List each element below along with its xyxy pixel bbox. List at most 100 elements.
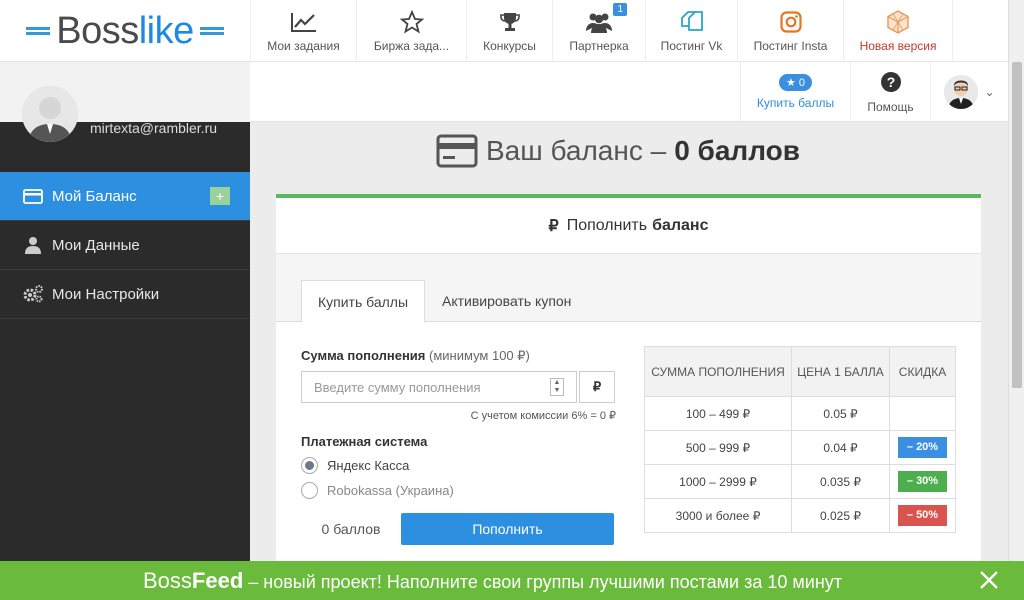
nav-task-exchange[interactable]: Биржа зада... <box>356 0 466 62</box>
plus-icon[interactable]: + <box>210 187 230 205</box>
table-row: 500 – 999 ₽ 0.04 ₽ – 20% <box>644 430 956 465</box>
radio-button[interactable] <box>301 457 318 474</box>
amount-label-text: Сумма пополнения <box>301 348 426 363</box>
balance-prefix: Ваш баланс – <box>486 135 667 166</box>
partner-badge: 1 <box>613 3 627 16</box>
discount-badge: – 20% <box>898 437 947 458</box>
logo-dash-left <box>26 26 51 30</box>
tab-buy-points[interactable]: Купить баллы <box>301 280 426 323</box>
points-count: 0 <box>798 77 806 89</box>
card-icon <box>22 187 44 205</box>
user-menu[interactable]: ⌄ <box>930 62 1008 122</box>
topup-button[interactable]: Пополнить <box>401 513 614 545</box>
banner-brand-feed: Feed <box>191 567 244 593</box>
copy-icon <box>679 9 705 35</box>
range-cell: 1000 – 2999 ₽ <box>644 464 792 499</box>
star-icon: ★ <box>785 77 796 89</box>
page-scrollbar[interactable] <box>1008 0 1024 561</box>
panel-title-plain: Пополнить <box>566 216 648 234</box>
currency-addon: ₽ <box>579 371 615 403</box>
banner-brand-boss: Boss <box>143 567 192 593</box>
buy-points-button[interactable]: ★ 0 Купить баллы <box>740 62 850 122</box>
range-cell: 100 – 499 ₽ <box>644 396 792 431</box>
radio-button[interactable] <box>301 482 318 499</box>
logo-text-boss: Boss <box>56 9 139 52</box>
range-cell: 3000 и более ₽ <box>644 498 792 533</box>
nav-my-tasks[interactable]: Мои задания <box>250 0 356 62</box>
payment-option-yandex[interactable]: Яндекс Касса <box>301 457 616 474</box>
close-icon[interactable] <box>978 569 1000 591</box>
table-row: 3000 и более ₽ 0.025 ₽ – 50% <box>644 498 956 533</box>
buy-points-label: Купить баллы <box>756 96 835 110</box>
nav-label: Конкурсы <box>483 39 536 53</box>
table-row: 1000 – 2999 ₽ 0.035 ₽ – 30% <box>644 464 956 499</box>
user-toolbar: ★ 0 Купить баллы ? Помощь ⌄ <box>250 62 1008 122</box>
discount-cell: – 50% <box>889 498 956 533</box>
sidebar: mirtexta@rambler.ru Мой Баланс + Мои Дан… <box>0 62 250 600</box>
sidebar-item-data[interactable]: Мои Данные <box>0 221 250 270</box>
banner-message: – новый проект! Наполните свои группы лу… <box>243 571 843 592</box>
amount-label: Сумма пополнения (минимум 100 ₽) <box>301 348 616 364</box>
page-title: Ваш баланс – 0 баллов <box>436 134 800 168</box>
users-icon: 1 <box>585 3 627 35</box>
question-icon: ? <box>880 71 902 96</box>
amount-input-row: Введите сумму пополнения ▲ ▼ ₽ <box>301 371 616 403</box>
nav-posting-vk[interactable]: Постинг Vk <box>645 0 737 62</box>
nav-label: Постинг Vk <box>660 39 723 53</box>
price-cell: 0.05 ₽ <box>791 396 890 431</box>
nav-contests[interactable]: Конкурсы <box>466 0 552 62</box>
sidebar-item-settings[interactable]: Мои Настройки <box>0 270 250 319</box>
discount-cell <box>889 396 956 431</box>
user-icon <box>22 236 44 254</box>
help-button[interactable]: ? Помощь <box>850 62 930 122</box>
amount-hint: (минимум 100 ₽) <box>429 348 530 363</box>
nav-label: Постинг Insta <box>753 39 828 53</box>
nav-new-version[interactable]: Новая версия <box>843 0 953 62</box>
nav-label: Мои задания <box>267 39 340 53</box>
ruble-icon: ₽ <box>548 217 559 235</box>
balance-value: 0 баллов <box>674 135 800 166</box>
cube-icon <box>885 9 911 35</box>
panel-heading: ₽ Пополнить баланс <box>276 198 981 254</box>
panel-title-bold: баланс <box>652 216 709 234</box>
logo-dash-right <box>199 26 224 30</box>
chevron-down-icon: ⌄ <box>984 85 995 99</box>
bosslike-logo[interactable]: Boss like <box>0 0 250 62</box>
svg-text:?: ? <box>886 74 895 90</box>
nav-label: Новая версия <box>859 39 937 53</box>
price-cell: 0.04 ₽ <box>791 430 890 465</box>
sidebar-item-balance[interactable]: Мой Баланс + <box>0 172 250 221</box>
discount-cell: – 20% <box>889 430 956 465</box>
sidebar-item-label: Мои Данные <box>52 236 140 254</box>
chart-line-icon <box>290 9 318 35</box>
submit-row: 0 баллов Пополнить <box>301 513 616 545</box>
amount-placeholder: Введите сумму пополнения <box>314 379 481 395</box>
points-pill: ★ 0 <box>778 74 813 91</box>
amount-input[interactable]: Введите сумму пополнения ▲ ▼ <box>301 371 577 403</box>
price-cell: 0.025 ₽ <box>791 498 890 533</box>
sidebar-item-label: Мои Настройки <box>52 285 160 303</box>
trophy-icon <box>498 9 522 35</box>
help-label: Помощь <box>867 99 914 114</box>
top-navbar: Boss like Мои задания Биржа зада... Конку… <box>0 0 1008 62</box>
points-result: 0 баллов <box>321 521 381 537</box>
nav-label: Биржа зада... <box>373 39 450 53</box>
column-header: СКИДКА <box>889 346 956 397</box>
column-header: ЦЕНА 1 БАЛЛА <box>791 346 890 397</box>
nav-posting-insta[interactable]: Постинг Insta <box>737 0 843 62</box>
discount-badge: – 30% <box>898 471 947 492</box>
payment-option-label: Robokassa (Украина) <box>327 483 454 498</box>
payment-option-robokassa[interactable]: Robokassa (Украина) <box>301 482 616 499</box>
topup-form: Сумма пополнения (минимум 100 ₽) Введите… <box>301 348 616 545</box>
price-cell: 0.035 ₽ <box>791 464 890 499</box>
nav-partner[interactable]: 1 Партнерка <box>552 0 645 62</box>
number-spinner[interactable]: ▲ ▼ <box>550 378 564 396</box>
bossfeed-banner[interactable]: BossFeed – новый проект! Наполните свои … <box>0 561 1024 600</box>
payment-label: Платежная система <box>301 434 428 449</box>
commission-text: С учетом комиссии 6% = 0 ₽ <box>470 410 616 422</box>
scrollbar-thumb[interactable] <box>1012 62 1022 388</box>
tab-activate-coupon[interactable]: Активировать купон <box>426 280 587 322</box>
discount-cell: – 30% <box>889 464 956 499</box>
payment-option-label: Яндекс Касса <box>327 458 410 473</box>
user-email: mirtexta@rambler.ru <box>90 120 218 136</box>
